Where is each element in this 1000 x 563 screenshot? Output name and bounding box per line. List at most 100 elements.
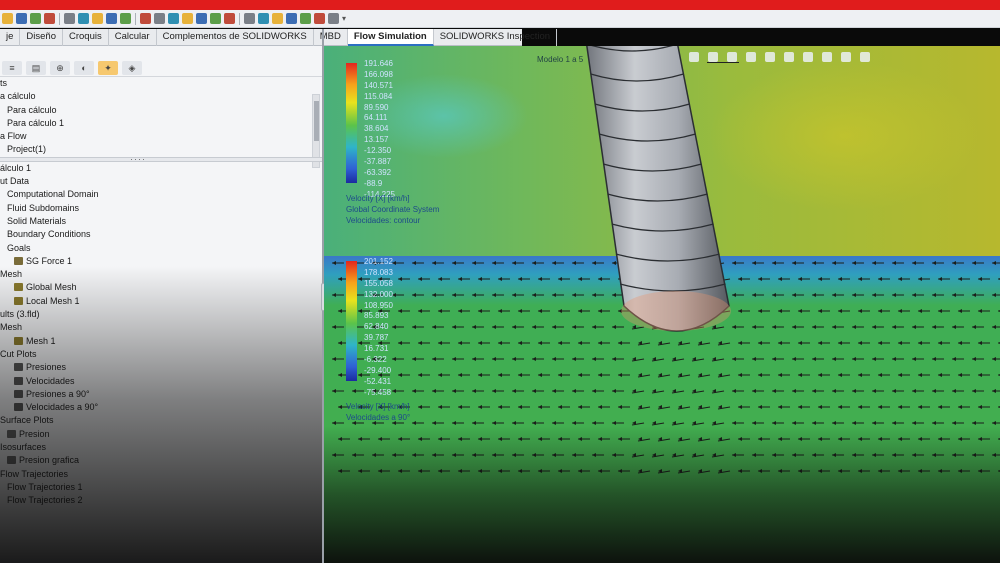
tree-item[interactable]: Project(1) <box>0 143 322 156</box>
section-view-icon[interactable] <box>746 52 756 62</box>
flow-results-icon[interactable] <box>154 13 165 24</box>
new-icon[interactable] <box>2 13 13 24</box>
flow-analysis-icon[interactable]: ✦ <box>98 61 118 75</box>
tab-5[interactable]: MBD <box>314 29 348 46</box>
feature-manager-icon[interactable]: ≡ <box>2 61 22 75</box>
tab-0[interactable]: je <box>0 29 21 46</box>
velocity-arrowhead <box>438 309 442 313</box>
zoom-fit-icon[interactable] <box>689 52 699 62</box>
display-icon[interactable] <box>314 13 325 24</box>
tree-item[interactable]: Solid Materials <box>0 215 322 228</box>
play-icon[interactable] <box>120 13 131 24</box>
tab-4[interactable]: Complementos de SOLIDWORKS <box>157 29 314 46</box>
tab-7[interactable]: SOLIDWORKS Inspection <box>434 29 558 46</box>
toolbar-overflow-icon[interactable]: ▾ <box>342 14 346 23</box>
rotate-icon[interactable] <box>272 13 283 24</box>
velocity-arrowhead <box>332 421 336 425</box>
scene-icon[interactable] <box>841 52 851 62</box>
show-icon[interactable] <box>224 13 235 24</box>
appearance-icon[interactable] <box>300 13 311 24</box>
render-icon[interactable] <box>328 13 339 24</box>
tree-item[interactable]: Mesh <box>0 268 322 281</box>
tree-item[interactable]: ults (3.fld) <box>0 308 322 321</box>
velocity-arrowhead <box>412 325 416 329</box>
tab-1[interactable]: Diseño <box>20 29 63 46</box>
select-icon[interactable] <box>78 13 89 24</box>
previous-view-icon[interactable] <box>727 52 737 62</box>
tree-item[interactable]: Presion grafica <box>0 454 322 467</box>
graphics-viewport[interactable]: Modelo 1 a 5 191.646 166.098 140.571 115.08… <box>324 46 1000 563</box>
tree-item[interactable]: Flow Trajectories <box>0 468 322 481</box>
flow-goals-icon[interactable] <box>182 13 193 24</box>
tree-item[interactable]: Flow Trajectories 2 <box>0 494 322 507</box>
tree-item[interactable]: a Flow <box>0 130 322 143</box>
tab-6[interactable]: Flow Simulation <box>347 29 434 46</box>
velocity-arrowhead <box>932 293 936 297</box>
appearance-icon[interactable]: ◐ <box>74 61 94 75</box>
zoom-area-icon[interactable] <box>708 52 718 62</box>
tree-item[interactable]: Velocidades a 90° <box>0 401 322 414</box>
velocity-arrowhead <box>858 341 862 345</box>
tree-item[interactable]: Presion <box>0 428 322 441</box>
velocity-arrowhead <box>958 277 962 281</box>
tree-item-label: Para cálculo <box>7 104 57 115</box>
hide-icon[interactable] <box>210 13 221 24</box>
tab-3[interactable]: Calcular <box>109 29 157 46</box>
flow-mesh-icon[interactable] <box>196 13 207 24</box>
view-orientation-icon[interactable] <box>765 52 775 62</box>
tree-item[interactable]: ut Data <box>0 175 322 188</box>
tree-item[interactable]: Boundary Conditions <box>0 228 322 241</box>
tree-item[interactable]: Cut Plots <box>0 348 322 361</box>
zoom-icon[interactable] <box>258 13 269 24</box>
tree-item[interactable]: Local Mesh 1 <box>0 295 322 308</box>
tree-item[interactable]: Mesh <box>0 321 322 334</box>
undo-icon[interactable] <box>64 13 75 24</box>
configuration-manager-icon[interactable]: ⊕ <box>50 61 70 75</box>
flow-run-icon[interactable] <box>140 13 151 24</box>
tree-item-label: ts <box>0 78 8 88</box>
tree-item[interactable]: Velocidades <box>0 375 322 388</box>
velocity-arrowhead <box>338 373 342 377</box>
tree-item[interactable]: Fluid Subdomains <box>0 202 322 215</box>
tree-item[interactable]: SG Force 1 <box>0 255 322 268</box>
tree-item[interactable]: a cálculo <box>0 90 322 103</box>
tree-item[interactable]: Surface Plots <box>0 414 322 427</box>
property-manager-icon[interactable]: ▤ <box>26 61 46 75</box>
section-icon[interactable] <box>286 13 297 24</box>
tree-item[interactable]: Flow Trajectories 1 <box>0 481 322 494</box>
title-accent-bar <box>0 0 1000 10</box>
tree-item[interactable]: Mesh 1 <box>0 335 322 348</box>
tree-item[interactable]: Presiones <box>0 361 322 374</box>
hide-show-icon[interactable] <box>803 52 813 62</box>
tree-item[interactable]: Computational Domain <box>0 188 322 201</box>
flow-project-icon[interactable] <box>168 13 179 24</box>
tree-item[interactable]: Para cálculo <box>0 104 322 117</box>
velocity-arrowhead <box>958 309 962 313</box>
cylinder-part[interactable] <box>579 46 759 336</box>
velocity-arrowhead <box>532 389 536 393</box>
tree-item[interactable]: Presiones a 90° <box>0 388 322 401</box>
edit-appearance-icon[interactable] <box>822 52 832 62</box>
rebuild-icon[interactable] <box>92 13 103 24</box>
save-icon[interactable] <box>30 13 41 24</box>
tree-item[interactable]: álculo 1 <box>0 162 322 175</box>
tree-item[interactable]: ts <box>0 77 322 90</box>
velocity-arrowhead <box>418 277 422 281</box>
display-manager-icon[interactable]: ◈ <box>122 61 142 75</box>
view-icon[interactable] <box>244 13 255 24</box>
tab-2[interactable]: Croquis <box>63 29 109 46</box>
tree-item[interactable]: Global Mesh <box>0 281 322 294</box>
display-style-icon[interactable] <box>784 52 794 62</box>
velocity-arrowhead <box>358 341 362 345</box>
velocity-arrowhead <box>952 261 956 265</box>
tree-item[interactable]: Para cálculo 1 <box>0 117 322 130</box>
velocity-arrowhead <box>558 405 562 409</box>
options-icon[interactable] <box>106 13 117 24</box>
view-settings-icon[interactable] <box>860 52 870 62</box>
open-icon[interactable] <box>16 13 27 24</box>
scrollbar-thumb[interactable] <box>314 101 319 141</box>
velocity-arrowhead <box>778 341 782 345</box>
print-icon[interactable] <box>44 13 55 24</box>
tree-item[interactable]: Isosurfaces <box>0 441 322 454</box>
tree-item[interactable]: Goals <box>0 242 322 255</box>
